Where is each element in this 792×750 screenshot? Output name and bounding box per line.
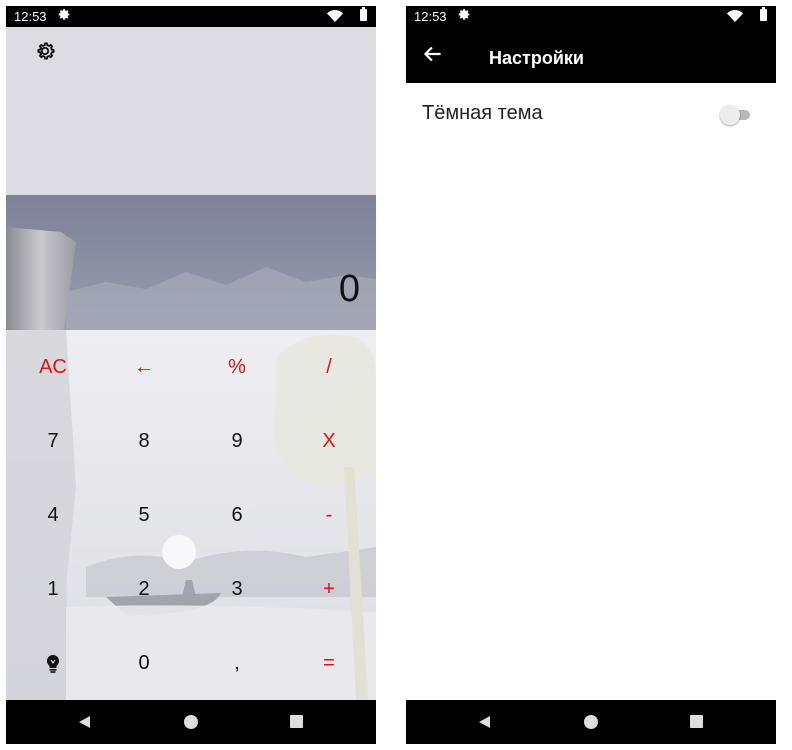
key-ac[interactable]: AC	[23, 347, 83, 387]
status-bar: 12:53	[6, 6, 376, 27]
wifi-icon	[327, 10, 343, 22]
key-2[interactable]: 2	[114, 569, 174, 609]
back-triangle-icon[interactable]	[64, 700, 104, 744]
status-time: 12:53	[414, 9, 447, 24]
dark-theme-label: Тёмная тема	[422, 102, 543, 124]
battery-icon	[760, 7, 767, 21]
lightbulb-icon	[46, 654, 60, 673]
key-backspace[interactable]: ←	[114, 347, 174, 387]
arrow-back-icon[interactable]	[420, 41, 446, 67]
key-8[interactable]: 8	[114, 421, 174, 461]
key-percent[interactable]: %	[207, 347, 267, 387]
calculator-screen: 12:53 0 AC ← % / 7 8 9 X 4 5 6 - 1 2 3 +…	[6, 6, 376, 744]
recents-square-icon[interactable]	[277, 700, 317, 744]
home-circle-icon[interactable]	[171, 700, 211, 744]
page-title: Настройки	[489, 48, 584, 68]
key-9[interactable]: 9	[207, 421, 267, 461]
status-time: 12:53	[14, 9, 47, 24]
battery-icon	[360, 7, 367, 21]
back-triangle-icon[interactable]	[464, 700, 504, 744]
recents-square-icon[interactable]	[677, 700, 717, 744]
status-bar: 12:53	[406, 6, 776, 27]
dark-theme-switch[interactable]	[720, 105, 752, 125]
key-7[interactable]: 7	[23, 421, 83, 461]
key-5[interactable]: 5	[114, 495, 174, 535]
calculator-display: 0	[338, 268, 360, 310]
key-divide[interactable]: /	[299, 347, 359, 387]
status-settings-icon	[458, 9, 470, 20]
switch-thumb	[720, 105, 740, 125]
system-nav-bar	[6, 700, 376, 744]
key-6[interactable]: 6	[207, 495, 267, 535]
key-4[interactable]: 4	[23, 495, 83, 535]
key-multiply[interactable]: X	[299, 421, 359, 461]
key-plus[interactable]: +	[299, 569, 359, 609]
app-toolbar: Настройки	[406, 27, 776, 83]
key-1[interactable]: 1	[23, 569, 83, 609]
wifi-icon	[727, 10, 743, 22]
key-equals[interactable]: =	[299, 643, 359, 683]
status-settings-icon	[58, 9, 70, 20]
theme-toggle-button[interactable]	[23, 643, 83, 683]
key-0[interactable]: 0	[114, 643, 174, 683]
key-minus[interactable]: -	[299, 495, 359, 535]
key-comma[interactable]: ,	[207, 643, 267, 683]
settings-screen: 12:53 Настройки Тёмная тема	[406, 6, 776, 744]
settings-gear-icon[interactable]	[34, 40, 56, 62]
key-3[interactable]: 3	[207, 569, 267, 609]
home-circle-icon[interactable]	[571, 700, 611, 744]
system-nav-bar	[406, 700, 776, 744]
